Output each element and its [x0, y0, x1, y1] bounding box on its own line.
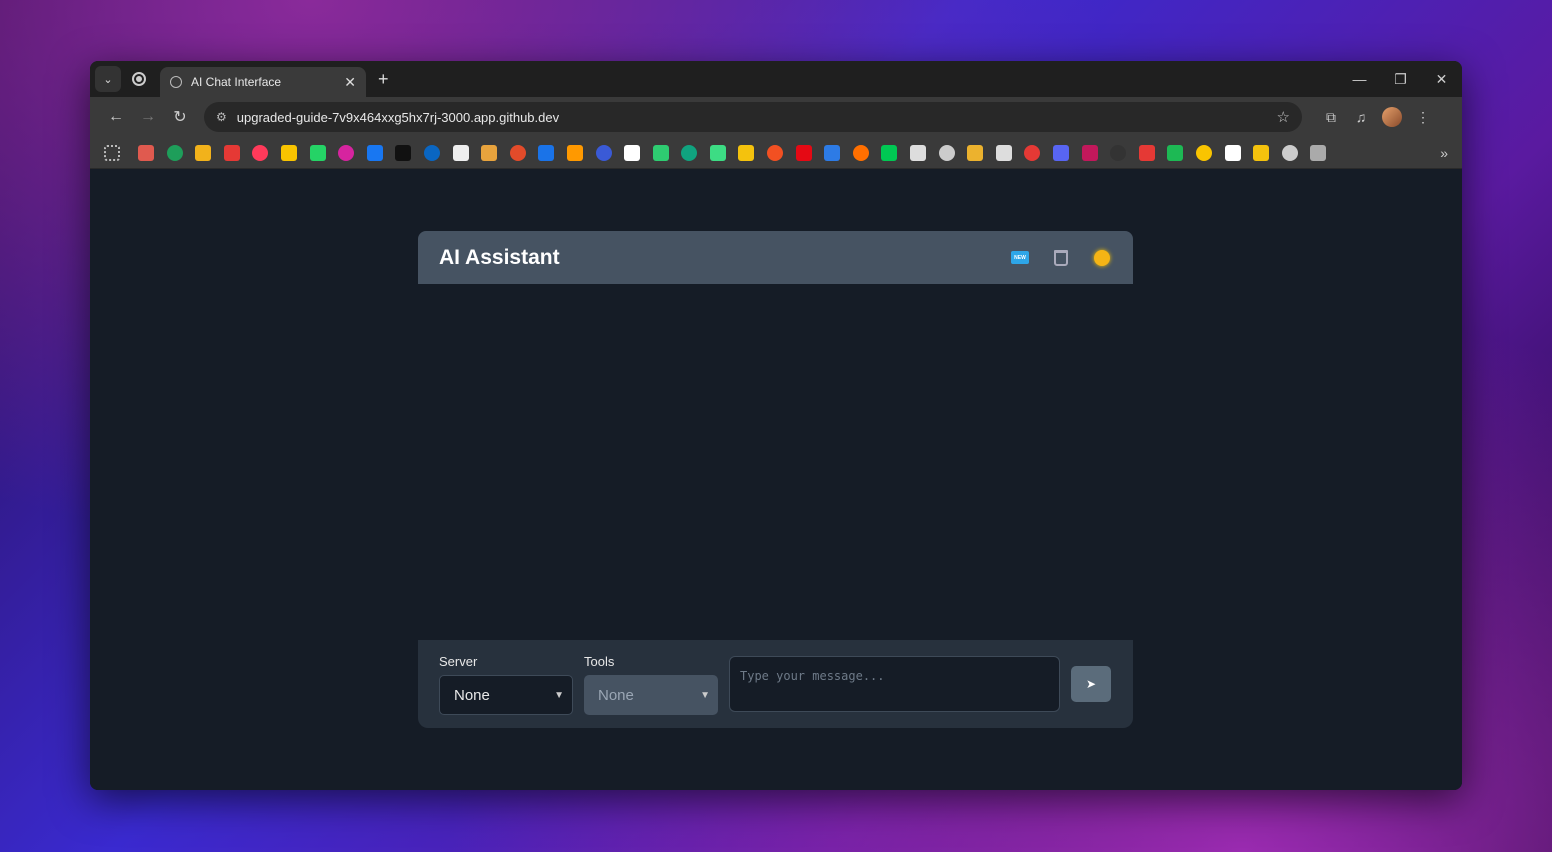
bookmark-icon[interactable] — [595, 144, 612, 161]
bookmark-icon[interactable] — [938, 144, 955, 161]
bookmarks-bar: » — [90, 137, 1462, 169]
server-label: Server — [439, 654, 478, 669]
tab-ai-chat[interactable]: AI Chat Interface ✕ — [160, 67, 366, 97]
bookmark-icon[interactable] — [195, 144, 212, 161]
bookmark-icon[interactable] — [1310, 144, 1327, 161]
tools-field: Tools None ▼ — [584, 654, 718, 715]
window-controls: — ❐ ✕ — [1339, 61, 1462, 97]
menu-icon[interactable]: ⋮ — [1408, 109, 1438, 126]
bookmark-icon[interactable] — [566, 144, 583, 161]
address-bar[interactable]: ⚙ upgraded-guide-7v9x464xxg5hx7rj-3000.a… — [204, 102, 1302, 132]
bookmark-icon[interactable] — [738, 144, 755, 161]
site-info-icon[interactable]: ⚙ — [216, 110, 227, 124]
bookmark-icon[interactable] — [395, 144, 412, 161]
send-button[interactable]: ➤ — [1071, 666, 1111, 702]
tab-strip: ⌄ AI Chat Interface ✕ + — ❐ ✕ — [90, 61, 1462, 97]
bookmark-icon[interactable] — [681, 144, 698, 161]
bookmark-icon[interactable] — [824, 144, 841, 161]
bookmark-icon[interactable] — [1138, 144, 1155, 161]
bookmark-icon[interactable] — [709, 144, 726, 161]
tab-search-icon[interactable]: ⌄ — [95, 66, 121, 92]
chevron-down-icon: ▼ — [700, 689, 710, 701]
bookmark-icon[interactable] — [910, 144, 927, 161]
browser-toolbar: ← → ↻ ⚙ upgraded-guide-7v9x464xxg5hx7rj-… — [90, 97, 1462, 137]
back-icon[interactable]: ← — [100, 108, 132, 126]
server-select[interactable]: None ▼ — [439, 675, 573, 715]
bookmark-icon[interactable] — [338, 144, 355, 161]
apps-grid-icon[interactable] — [104, 144, 120, 161]
forward-icon[interactable]: → — [132, 108, 164, 126]
message-input[interactable]: Type your message... — [729, 656, 1060, 712]
bookmark-icon[interactable] — [1110, 144, 1127, 161]
tools-label: Tools — [584, 654, 615, 669]
tools-value: None — [598, 686, 634, 704]
minimize-icon[interactable]: — — [1339, 71, 1380, 87]
bookmark-icon[interactable] — [1195, 144, 1212, 161]
bookmark-icon[interactable] — [481, 144, 498, 161]
reload-icon[interactable]: ↻ — [164, 107, 196, 127]
url-text: upgraded-guide-7v9x464xxg5hx7rj-3000.app… — [236, 109, 560, 125]
toolbar-right: ⧉ ♫ ⋮ — [1316, 107, 1438, 127]
server-field: Server None ▼ — [439, 654, 573, 715]
bookmark-icon[interactable] — [1224, 144, 1241, 161]
bookmark-icon[interactable] — [252, 144, 269, 161]
page-title: AI Assistant — [439, 245, 560, 269]
bookmark-icon[interactable] — [280, 144, 297, 161]
extensions-icon[interactable]: ⧉ — [1316, 109, 1346, 126]
bookmark-icon[interactable] — [652, 144, 669, 161]
browser-window: ⌄ AI Chat Interface ✕ + — ❐ ✕ ← → ↻ ⚙ up… — [90, 61, 1462, 790]
page-content: AI Assistant NEW Server None ▼ Tools Non… — [90, 169, 1462, 790]
bookmark-icon[interactable] — [881, 144, 898, 161]
sun-icon[interactable] — [1092, 248, 1112, 268]
bookmark-icon[interactable] — [1024, 144, 1041, 161]
chat-composer: Server None ▼ Tools None ▼ Type your mes… — [418, 640, 1133, 728]
server-value: None — [454, 686, 490, 704]
bookmark-icon[interactable] — [795, 144, 812, 161]
bookmark-icon[interactable] — [452, 144, 469, 161]
chevron-down-icon: ▼ — [554, 689, 564, 701]
bookmark-icon[interactable] — [509, 144, 526, 161]
more-bookmarks-icon[interactable]: » — [1440, 145, 1448, 161]
bookmark-icon[interactable] — [767, 144, 784, 161]
bookmark-icon[interactable] — [366, 144, 383, 161]
bookmark-icon[interactable] — [138, 144, 154, 161]
new-chat-icon[interactable]: NEW — [1010, 248, 1030, 268]
bookmark-icon[interactable] — [1053, 144, 1069, 161]
bookmark-icon[interactable] — [1081, 144, 1098, 161]
close-tab-icon[interactable]: ✕ — [344, 74, 356, 91]
trash-icon[interactable] — [1051, 248, 1071, 268]
new-badge: NEW — [1011, 251, 1029, 264]
bookmark-icon[interactable] — [538, 144, 555, 161]
bookmark-icon[interactable] — [624, 144, 641, 161]
media-icon[interactable]: ♫ — [1346, 109, 1376, 125]
new-tab-icon[interactable]: + — [378, 69, 389, 90]
bookmark-icon[interactable] — [1253, 144, 1270, 161]
tools-select[interactable]: None ▼ — [584, 675, 718, 715]
close-window-icon[interactable]: ✕ — [1421, 71, 1462, 88]
bookmark-icon[interactable] — [852, 144, 869, 161]
profile-avatar[interactable] — [1382, 107, 1402, 127]
chat-header: AI Assistant NEW — [418, 231, 1133, 284]
restore-icon[interactable]: ❐ — [1380, 71, 1421, 88]
tab-title: AI Chat Interface — [191, 75, 282, 89]
bookmark-icon[interactable] — [995, 144, 1012, 161]
bookmark-icon[interactable] — [166, 144, 183, 161]
bookmark-icon[interactable] — [223, 144, 240, 161]
bookmark-icon[interactable] — [423, 144, 440, 161]
bookmark-icon[interactable] — [1167, 144, 1184, 161]
record-icon[interactable] — [132, 72, 146, 86]
bookmark-icon[interactable] — [967, 144, 984, 161]
bookmark-star-icon[interactable]: ☆ — [1277, 108, 1290, 126]
globe-icon — [170, 76, 182, 88]
bookmark-icon[interactable] — [1281, 144, 1298, 161]
bookmark-icon[interactable] — [309, 144, 326, 161]
